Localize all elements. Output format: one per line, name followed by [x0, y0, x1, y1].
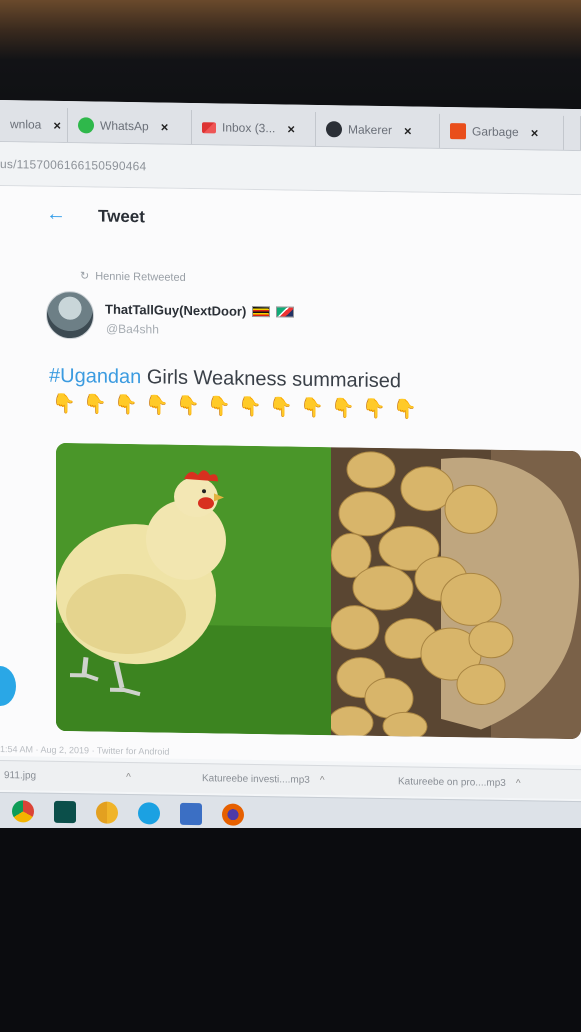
tab-label: WhatsAp [100, 118, 149, 134]
tab-label: Garbage [472, 124, 519, 140]
close-icon[interactable]: × [53, 117, 61, 132]
pointing-down-emoji: 👇 [362, 398, 386, 421]
download-item[interactable]: 911.jpg ^ [0, 770, 180, 784]
pointing-down-emoji: 👇 [331, 398, 355, 420]
firefox-icon[interactable] [214, 798, 252, 831]
tab-garbage[interactable]: Garbage × [440, 113, 564, 150]
author-name[interactable]: ThatTallGuy(NextDoor) [105, 302, 246, 319]
chevron-up-icon[interactable]: ^ [516, 778, 521, 789]
avatar[interactable] [46, 290, 94, 340]
chicken-image[interactable] [56, 442, 331, 736]
pointing-down-emoji: 👇 [83, 394, 107, 416]
pointing-down-emoji: 👇 [269, 397, 293, 419]
retweeted-by-label[interactable]: Hennie Retweeted [95, 270, 186, 283]
chevron-up-icon[interactable]: ^ [320, 775, 325, 786]
close-icon[interactable]: × [404, 123, 412, 138]
monitor-bezel-bottom [0, 828, 581, 1032]
tweet-page: ← Tweet ↻ Hennie Retweeted ThatTallGuy(N… [0, 186, 581, 766]
emoji-row: 👇 👇 👇 👇 👇 👇 👇 👇 👇 👇 👇 👇 [52, 393, 417, 423]
control-panel-icon[interactable] [172, 797, 210, 830]
address-url[interactable]: us/1157006166150590464 [0, 157, 146, 173]
download-filename[interactable]: Katureebe on pro....mp3 [398, 776, 506, 789]
hashtag-link[interactable]: #Ugandan [49, 365, 141, 388]
pointing-down-emoji: 👇 [300, 397, 324, 420]
u-logo-icon [450, 123, 466, 140]
tab-label: Inbox (3... [222, 120, 276, 136]
chicken-illustration [56, 442, 331, 736]
download-item[interactable]: Katureebe on pro....mp3 ^ [398, 776, 578, 790]
close-icon[interactable]: × [531, 125, 539, 140]
tweet-media[interactable] [56, 442, 581, 740]
tab-makerere[interactable]: Makerer × [316, 111, 440, 148]
tab-whatsapp[interactable]: WhatsAp × [68, 108, 192, 145]
download-filename[interactable]: Katureebe investi....mp3 [202, 773, 310, 786]
pointing-down-emoji: 👇 [52, 393, 76, 416]
back-arrow-icon[interactable]: ← [46, 203, 66, 226]
chrome-canary-icon[interactable] [88, 796, 126, 829]
chrome-icon[interactable] [4, 795, 42, 828]
page-title: Tweet [98, 206, 145, 227]
compose-tweet-button[interactable] [0, 665, 16, 707]
retweet-icon: ↻ [80, 270, 90, 283]
tab-label: wnloa [10, 117, 42, 132]
retweet-context: ↻ Hennie Retweeted [80, 269, 186, 284]
pointing-down-emoji: 👇 [393, 399, 417, 421]
tab-downloads[interactable]: wnloa × [0, 107, 68, 143]
potatoes-illustration [328, 447, 581, 740]
gmail-icon [202, 121, 216, 133]
skype-icon[interactable] [130, 797, 168, 830]
close-icon[interactable]: × [287, 121, 295, 136]
tab-label: Makerer [348, 122, 393, 138]
tweet-text: #Ugandan Girls Weakness summarised [49, 365, 401, 394]
close-icon[interactable]: × [161, 119, 169, 134]
pointing-down-emoji: 👇 [114, 394, 138, 417]
audition-icon[interactable] [46, 795, 84, 828]
tweet-timestamp: 1:54 AM · Aug 2, 2019 · Twitter for Andr… [0, 744, 170, 757]
tweet-body: Girls Weakness summarised [146, 366, 402, 393]
author-name-row[interactable]: ThatTallGuy(NextDoor) [105, 302, 295, 320]
monitor-bezel-top [0, 0, 581, 100]
pointing-down-emoji: 👇 [145, 395, 169, 417]
pointing-down-emoji: 👇 [176, 395, 200, 418]
uganda-flag-icon [252, 305, 271, 318]
tab-gmail-inbox[interactable]: Inbox (3... × [192, 110, 316, 146]
download-filename[interactable]: 911.jpg [4, 770, 36, 782]
browser-window: wnloa × WhatsAp × Inbox (3... × Makerer … [0, 100, 581, 838]
potatoes-image[interactable] [328, 447, 581, 740]
south-africa-flag-icon [276, 306, 295, 318]
chevron-up-icon[interactable]: ^ [126, 772, 131, 783]
pointing-down-emoji: 👇 [238, 396, 262, 419]
globe-icon [326, 121, 342, 138]
pointing-down-emoji: 👇 [207, 396, 231, 418]
whatsapp-icon [78, 117, 94, 134]
download-item[interactable]: Katureebe investi....mp3 ^ [202, 773, 382, 787]
tab-overflow[interactable] [564, 115, 581, 151]
author-handle[interactable]: @Ba4shh [106, 322, 159, 337]
